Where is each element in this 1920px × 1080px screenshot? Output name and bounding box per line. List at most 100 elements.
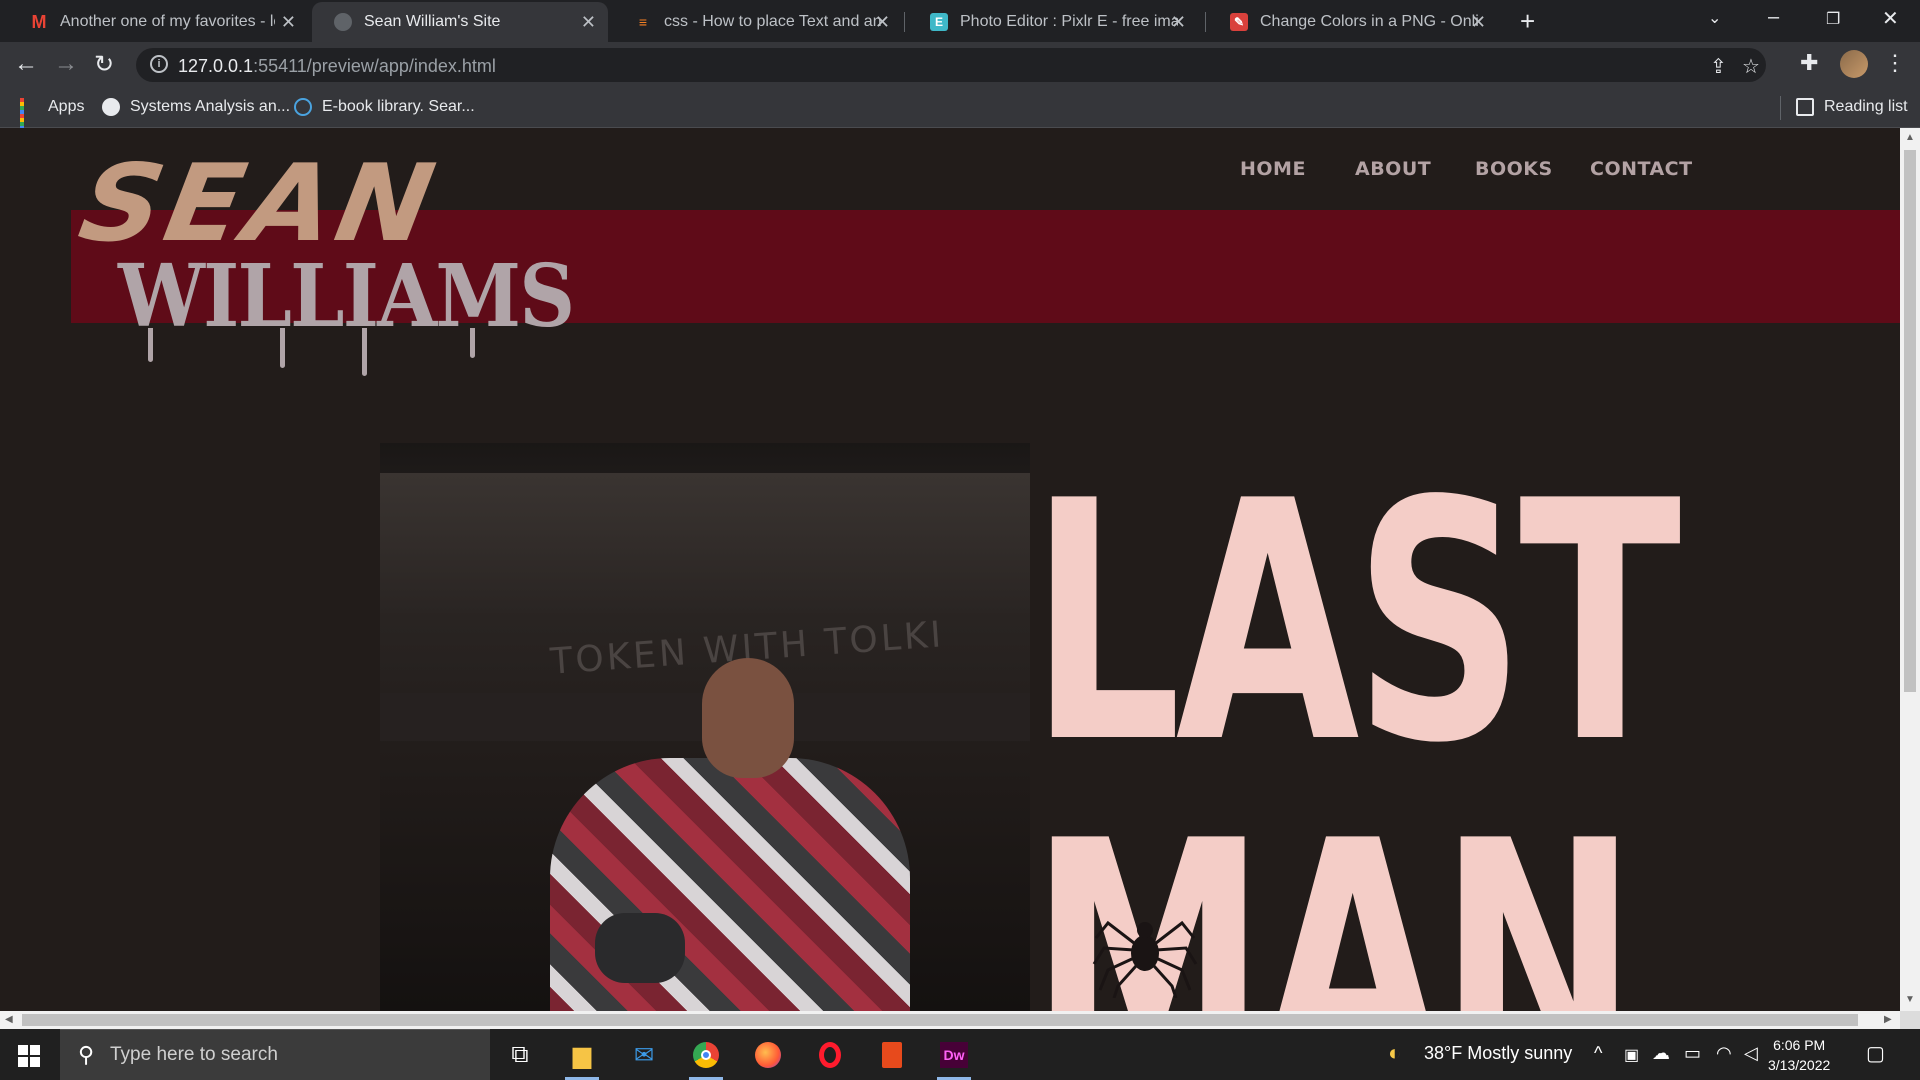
reading-list-label: Reading list <box>1824 98 1908 115</box>
bookmark-ebook-library[interactable]: E-book library. Sear... <box>294 98 475 116</box>
file-explorer-icon[interactable]: ▆ <box>562 1037 602 1080</box>
mail-icon[interactable]: ✉ <box>624 1037 664 1073</box>
weather-sun-icon[interactable]: ◐ <box>1388 1040 1401 1066</box>
nav-contact[interactable]: CONTACT <box>1590 158 1693 180</box>
bookmark-divider <box>1780 96 1781 120</box>
bookmarks-bar: Apps Systems Analysis an... E-book libra… <box>0 88 1920 134</box>
weather-text[interactable]: 38°F Mostly sunny <box>1424 1043 1572 1064</box>
chrome-icon[interactable] <box>686 1037 726 1080</box>
tab-pixlr[interactable]: E Photo Editor : Pixlr E - free image ✕ <box>908 2 1198 42</box>
globe-icon <box>102 98 120 116</box>
close-tab-icon[interactable]: ✕ <box>875 12 890 33</box>
globe-icon <box>334 13 352 31</box>
bookmark-label: E-book library. Sear... <box>322 98 475 115</box>
horizontal-scroll-thumb[interactable] <box>22 1014 1858 1026</box>
tab-search-chevron-icon[interactable]: ⌄ <box>1708 8 1721 28</box>
tab-title: css - How to place Text and an Im <box>664 13 882 30</box>
onlinepngtools-icon: ✎ <box>1230 13 1248 31</box>
vertical-scrollbar[interactable]: ▲ ▼ <box>1900 128 1920 1011</box>
wifi-icon[interactable]: ◠ <box>1716 1043 1732 1064</box>
hero-photo: TOKEN WITH TOLKI <box>380 443 1030 1011</box>
close-tab-icon[interactable]: ✕ <box>281 12 296 33</box>
opera-icon[interactable] <box>810 1037 850 1073</box>
bookmark-systems-analysis[interactable]: Systems Analysis an... <box>102 98 290 116</box>
task-view-icon[interactable]: ⧉ <box>500 1037 540 1073</box>
profile-avatar[interactable] <box>1840 50 1868 78</box>
onedrive-cloud-icon[interactable]: ☁ <box>1652 1043 1670 1064</box>
forward-arrow-icon[interactable]: → <box>54 50 78 78</box>
tab-title: Another one of my favorites - log <box>60 13 275 30</box>
volume-icon[interactable]: ◁ <box>1744 1043 1758 1064</box>
scroll-up-arrow-icon[interactable]: ▲ <box>1905 132 1915 143</box>
reading-list-button[interactable]: Reading list <box>1796 98 1908 116</box>
dreamweaver-icon[interactable]: Dw <box>934 1037 974 1080</box>
horizontal-scrollbar[interactable]: ◀ ▶ <box>0 1011 1900 1029</box>
tab-stackoverflow[interactable]: ≡ css - How to place Text and an Im ✕ <box>612 2 902 42</box>
tab-strip: M Another one of my favorites - log ✕ Se… <box>0 0 1920 42</box>
hero-title-last: LAST <box>1030 431 1681 815</box>
notification-center-icon[interactable]: ▢ <box>1866 1041 1885 1066</box>
bookmark-label: Systems Analysis an... <box>130 98 291 115</box>
office-icon[interactable] <box>872 1037 912 1073</box>
scrollbar-corner <box>1900 1011 1920 1029</box>
photo-person-head <box>702 658 794 778</box>
nav-about[interactable]: ABOUT <box>1355 158 1431 180</box>
show-hidden-icons-chevron[interactable]: ^ <box>1594 1043 1602 1064</box>
reading-list-icon <box>1796 98 1814 116</box>
nav-home[interactable]: HOME <box>1240 158 1306 180</box>
close-tab-icon[interactable]: ✕ <box>1171 12 1186 33</box>
close-tab-icon[interactable]: ✕ <box>581 12 596 33</box>
new-tab-plus-icon[interactable]: + <box>1520 6 1535 37</box>
tab-separator <box>1205 12 1206 32</box>
bookmark-label: Apps <box>48 98 85 115</box>
scroll-left-arrow-icon[interactable]: ◀ <box>5 1014 13 1025</box>
meet-now-icon[interactable]: ▣ <box>1624 1045 1639 1065</box>
close-tab-icon[interactable]: ✕ <box>1471 12 1486 33</box>
logo-drip <box>470 328 475 358</box>
back-arrow-icon[interactable]: ← <box>14 50 38 78</box>
tab-onlinepngtools[interactable]: ✎ Change Colors in a PNG - Online ✕ <box>1208 2 1498 42</box>
nav-books[interactable]: BOOKS <box>1475 158 1553 180</box>
search-placeholder: Type here to search <box>110 1044 278 1065</box>
photo-wall <box>380 473 1030 613</box>
scroll-down-arrow-icon[interactable]: ▼ <box>1905 994 1915 1005</box>
ebook-library-icon <box>294 98 312 116</box>
logo-drip <box>148 328 153 362</box>
vertical-scroll-thumb[interactable] <box>1904 150 1916 692</box>
tab-sean-williams[interactable]: Sean William's Site ✕ <box>312 2 608 42</box>
taskbar-clock[interactable]: 6:06 PM 3/13/2022 <box>1768 1035 1830 1075</box>
close-window-icon[interactable]: ✕ <box>1882 6 1899 31</box>
site-info-icon[interactable]: i <box>150 55 168 73</box>
logo-drip <box>362 328 367 376</box>
stackoverflow-icon: ≡ <box>634 13 652 31</box>
extensions-puzzle-icon[interactable]: ✚ <box>1800 50 1818 76</box>
logo-sean-text[interactable]: SEAN <box>71 142 446 266</box>
scroll-right-arrow-icon[interactable]: ▶ <box>1884 1014 1892 1025</box>
share-icon[interactable]: ⇪ <box>1710 54 1727 79</box>
bookmark-star-icon[interactable]: ☆ <box>1742 54 1760 79</box>
browser-toolbar: ← → ↻ i 127.0.0.1:55411/preview/app/inde… <box>0 42 1920 88</box>
battery-icon[interactable]: ▭ <box>1684 1043 1701 1064</box>
reload-icon[interactable]: ↻ <box>94 50 114 79</box>
address-bar[interactable]: i 127.0.0.1:55411/preview/app/index.html… <box>136 48 1766 82</box>
firefox-icon[interactable] <box>748 1037 788 1073</box>
spider-icon <box>1092 920 1198 998</box>
logo-drip <box>280 328 285 368</box>
tab-title: Photo Editor : Pixlr E - free image <box>960 13 1178 30</box>
photo-glove <box>595 913 685 983</box>
menu-kebab-icon[interactable]: ⋮ <box>1884 50 1906 76</box>
apps-grid-icon <box>20 98 38 134</box>
url-text[interactable]: 127.0.0.1:55411/preview/app/index.html <box>178 56 496 77</box>
pixlr-icon: E <box>930 13 948 31</box>
minimize-icon[interactable]: – <box>1768 6 1779 29</box>
logo-williams-text[interactable]: WILLIAMS <box>118 254 575 340</box>
taskbar-search[interactable]: ⚲ Type here to search <box>60 1029 490 1080</box>
windows-start-icon[interactable] <box>18 1045 40 1067</box>
restore-icon[interactable]: ❐ <box>1826 9 1840 29</box>
tab-gmail[interactable]: M Another one of my favorites - log ✕ <box>8 2 308 42</box>
tab-separator <box>904 12 905 32</box>
clock-time: 6:06 PM <box>1773 1037 1826 1053</box>
clock-date: 3/13/2022 <box>1768 1057 1831 1073</box>
tab-title: Sean William's Site <box>364 13 501 30</box>
bookmark-apps[interactable]: Apps <box>20 98 85 134</box>
